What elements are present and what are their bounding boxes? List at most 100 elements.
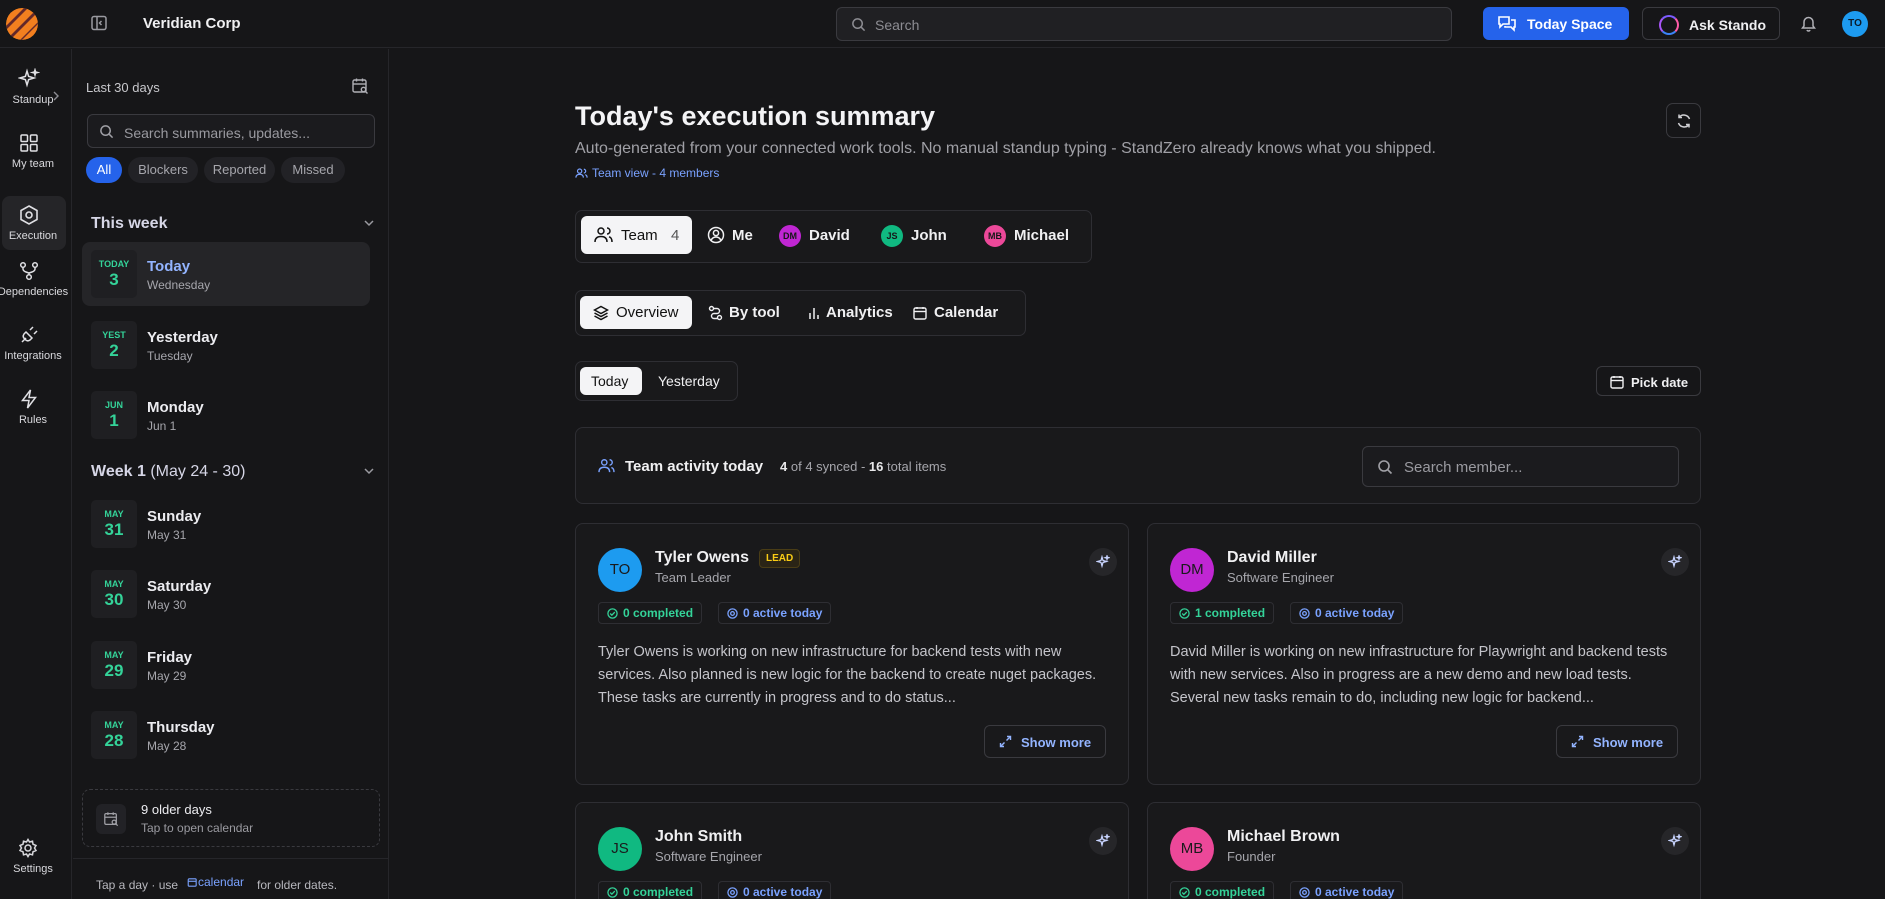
app-logo[interactable]: [6, 8, 38, 40]
tab-by-tool[interactable]: By tool: [704, 296, 786, 329]
pick-date-label: Pick date: [1631, 375, 1689, 390]
rail-item-execution[interactable]: Execution: [2, 196, 66, 250]
chevron-down-icon: [364, 220, 374, 227]
tab-member-john[interactable]: JS John: [876, 216, 951, 254]
tab-analytics-label: Analytics: [826, 304, 893, 321]
member-name[interactable]: Michael Brown: [1227, 828, 1340, 846]
older-days-button[interactable]: 9 older days Tap to open calendar: [82, 789, 380, 847]
expand-icon: [999, 735, 1012, 748]
pick-date-button[interactable]: Pick date: [1596, 366, 1701, 396]
tab-calendar[interactable]: Calendar: [906, 296, 1004, 329]
user-avatar[interactable]: TO: [1842, 11, 1868, 37]
member-role: Software Engineer: [1227, 570, 1334, 585]
filter-chip-missed[interactable]: Missed: [281, 157, 345, 183]
tab-me-label: Me: [732, 227, 753, 244]
day-item-friday[interactable]: MAY 29 Friday May 29: [82, 633, 370, 697]
tab-analytics[interactable]: Analytics: [802, 296, 894, 329]
rail-item-integrations[interactable]: Integrations: [0, 316, 66, 374]
calendar-search-icon[interactable]: [351, 77, 369, 95]
chevron-down-icon: [364, 468, 374, 475]
tab-member-label: John: [911, 227, 947, 244]
rail-item-dependencies[interactable]: Dependencies: [0, 252, 68, 310]
tab-member-david[interactable]: DM David: [774, 216, 859, 254]
day-item-saturday[interactable]: MAY 30 Saturday May 30: [82, 562, 370, 626]
calendar-link[interactable]: calendar: [187, 875, 244, 889]
sparkles-icon: [1668, 555, 1682, 569]
day-subtitle: May 31: [147, 528, 187, 542]
show-more-button[interactable]: Show more: [1556, 725, 1678, 758]
tab-team[interactable]: Team 4: [581, 216, 692, 254]
rail-item-my-team[interactable]: My team: [0, 124, 66, 182]
ai-summary-button[interactable]: [1661, 827, 1689, 855]
day-item-thursday[interactable]: MAY 28 Thursday May 28: [82, 703, 370, 767]
ai-summary-button[interactable]: [1089, 827, 1117, 855]
date-badge-month: MAY: [104, 579, 124, 589]
filter-chip-all[interactable]: All: [86, 157, 122, 183]
day-name: Saturday: [147, 578, 212, 595]
rail-item-rules[interactable]: Rules: [0, 380, 66, 438]
ask-stando-button[interactable]: Ask Stando: [1642, 7, 1780, 40]
day-subtitle: Jun 1: [147, 419, 177, 433]
tab-yesterday[interactable]: Yesterday: [648, 367, 734, 395]
active-label: 0 active today: [743, 606, 823, 620]
team-view-link[interactable]: Team view - 4 members: [575, 166, 719, 180]
chevron-right-icon[interactable]: [52, 91, 60, 101]
total-label: total items: [887, 459, 947, 474]
member-name[interactable]: John Smith: [655, 828, 742, 846]
today-space-button[interactable]: Today Space: [1483, 7, 1629, 40]
avatar: TO: [598, 548, 642, 592]
member-search-input[interactable]: Search member...: [1362, 446, 1679, 487]
expand-icon: [1571, 735, 1584, 748]
ai-summary-button[interactable]: [1661, 548, 1689, 576]
tab-me[interactable]: Me: [699, 216, 761, 254]
avatar: MB: [984, 225, 1006, 247]
filter-chip-blockers[interactable]: Blockers: [128, 157, 198, 183]
group-header-week-1[interactable]: Week 1 (May 24 - 30): [91, 463, 381, 483]
active-label: 0 active today: [743, 885, 823, 899]
rail-item-settings[interactable]: Settings: [0, 838, 66, 888]
refresh-button[interactable]: [1666, 103, 1701, 138]
range-label: Last 30 days: [86, 80, 160, 95]
group-header-this-week[interactable]: This week: [91, 215, 381, 235]
ai-summary-button[interactable]: [1089, 548, 1117, 576]
tab-overview[interactable]: Overview: [580, 296, 692, 329]
member-name[interactable]: David Miller: [1227, 549, 1317, 567]
rail-item-standup[interactable]: Standup: [0, 60, 66, 118]
day-item-sunday[interactable]: MAY 31 Sunday May 31: [82, 492, 370, 556]
day-item-today[interactable]: TODAY 3 Today Wednesday: [82, 242, 370, 306]
tab-today[interactable]: Today: [580, 367, 642, 395]
refresh-icon: [1677, 114, 1691, 128]
avatar: MB: [1170, 827, 1214, 871]
summaries-search-input[interactable]: Search summaries, updates...: [87, 114, 375, 148]
day-item-yesterday[interactable]: YEST 2 Yesterday Tuesday: [82, 313, 370, 377]
users-icon: [575, 168, 588, 178]
member-name[interactable]: Tyler Owens: [655, 549, 749, 567]
date-badge-month: JUN: [104, 400, 123, 410]
completed-count-badge: 0 completed: [598, 881, 703, 899]
completed-label: 0 completed: [623, 606, 694, 620]
filter-chip-reported[interactable]: Reported: [204, 157, 275, 183]
date-badge: TODAY 3: [91, 250, 137, 298]
day-item-monday[interactable]: JUN 1 Monday Jun 1: [82, 383, 370, 447]
tab-member-michael[interactable]: MB Michael: [979, 216, 1085, 254]
sidebar-toggle-icon[interactable]: [90, 14, 110, 34]
group-range: (May 24 - 30): [150, 463, 246, 480]
date-badge-day: 3: [109, 270, 119, 289]
day-name: Thursday: [147, 719, 215, 736]
tab-team-count: 4: [671, 227, 680, 244]
search-icon: [1378, 460, 1393, 475]
global-search-input[interactable]: Search: [836, 7, 1452, 41]
day-subtitle: Tuesday: [147, 349, 193, 363]
day-subtitle: May 29: [147, 669, 187, 683]
active-count-badge: 0 active today: [718, 881, 832, 899]
day-subtitle: May 28: [147, 739, 187, 753]
synced-label: of 4 synced -: [790, 459, 866, 474]
bell-icon[interactable]: [1800, 14, 1817, 32]
check-circle-icon: [1179, 887, 1190, 898]
organization-name[interactable]: Veridian Corp: [143, 15, 241, 32]
day-tabs: Today Yesterday: [575, 361, 738, 401]
member-card: JS John Smith Software Engineer 0 comple…: [575, 802, 1129, 899]
show-more-button[interactable]: Show more: [984, 725, 1106, 758]
tab-team-label: Team: [621, 227, 658, 244]
active-count-badge: 0 active today: [1290, 881, 1404, 899]
